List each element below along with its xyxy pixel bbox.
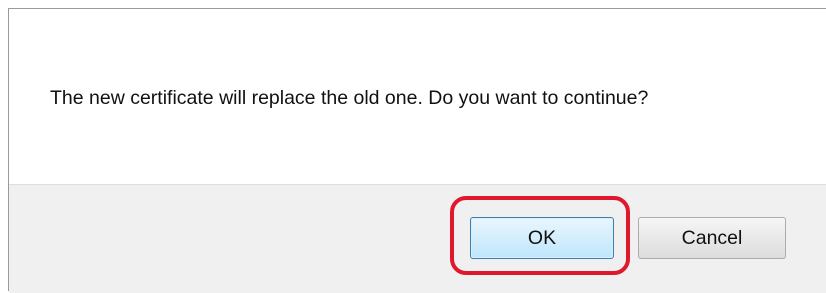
cancel-button[interactable]: Cancel <box>638 217 786 259</box>
message-area: The new certificate will replace the old… <box>9 9 826 184</box>
button-bar: OK Cancel <box>9 184 826 293</box>
confirm-dialog: The new certificate will replace the old… <box>8 8 826 293</box>
ok-button[interactable]: OK <box>470 217 614 259</box>
confirmation-message: The new certificate will replace the old… <box>50 87 649 109</box>
